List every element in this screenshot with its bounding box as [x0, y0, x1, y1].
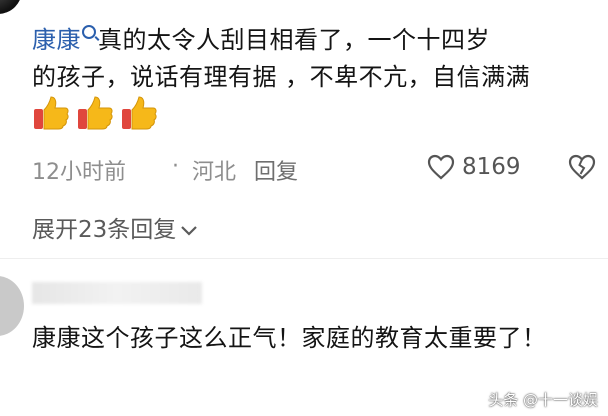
heart-icon[interactable] — [427, 154, 455, 180]
broken-heart-icon[interactable] — [568, 154, 596, 180]
avatar[interactable] — [0, 276, 24, 336]
divider — [0, 258, 608, 259]
thumbs-up-emoji-icon — [122, 96, 157, 130]
meta-separator: · — [172, 154, 179, 179]
thumbs-up-emoji-icon — [34, 96, 69, 130]
watermark: 头条 @十一谈娱 — [488, 391, 598, 409]
avatar[interactable] — [0, 0, 22, 14]
like-count: 8169 — [462, 154, 521, 180]
thumbs-up-emoji-icon — [78, 96, 113, 130]
comment-username[interactable]: 康康 — [32, 26, 81, 54]
comment-text-rest: 的孩子，说话有理有据 ，不卑不亢，自信满满 — [32, 63, 531, 91]
chevron-down-icon — [181, 225, 198, 236]
expand-replies-label: 展开23条回复 — [32, 217, 177, 243]
comment-location: 河北 — [192, 160, 237, 185]
comment-text-line1: 真的太令人刮目相看了，一个十四岁 — [98, 26, 490, 54]
redacted-username — [32, 282, 202, 304]
expand-replies-button[interactable]: 展开23条回复 — [32, 210, 198, 244]
emoji-group — [32, 95, 157, 131]
comment-timestamp: 12小时前 — [32, 160, 126, 185]
comment-body: 康康这个孩子这么正气！家庭的教育太重要了！ — [32, 324, 547, 352]
comment-meta: 12小时前 · 河北 回复 8169 — [32, 150, 602, 186]
search-badge-icon — [82, 25, 96, 39]
reply-button[interactable]: 回复 — [254, 154, 298, 186]
comment-body: 康康 真的太令人刮目相看了，一个十四岁 的孩子，说话有理有据 ，不卑不亢，自信满满 — [32, 22, 592, 133]
